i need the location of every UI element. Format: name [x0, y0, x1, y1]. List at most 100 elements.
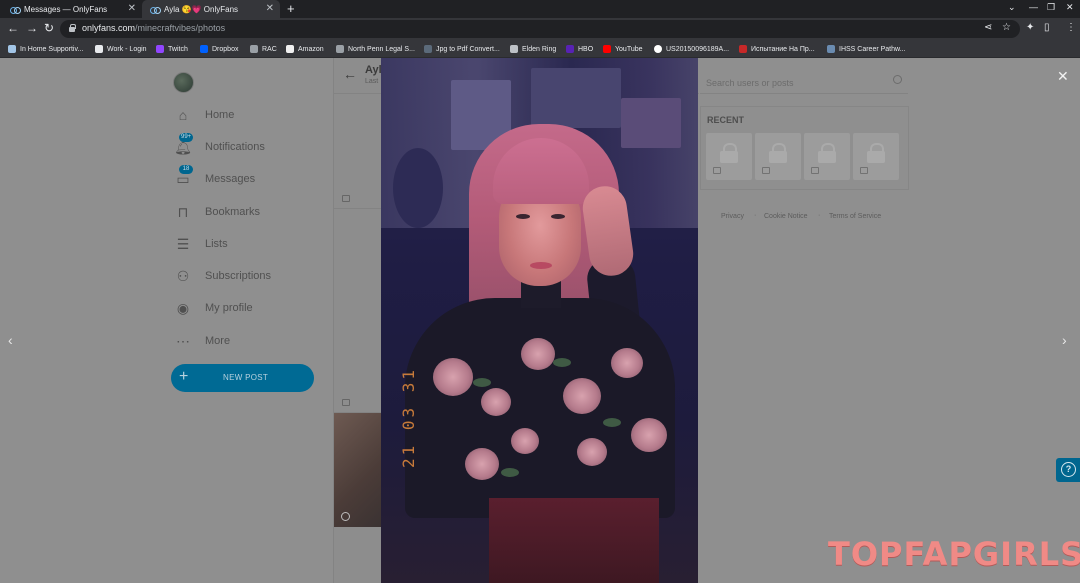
forward-icon[interactable]: → [26, 21, 38, 35]
cookie-notice-link[interactable]: Cookie Notice [764, 213, 808, 220]
bookmark-item[interactable]: Jpg to Pdf Convert... [424, 43, 500, 55]
photo-rose [433, 358, 473, 396]
bookmark-item[interactable]: US20150096189A... [654, 43, 729, 55]
sidebar-item-bookmarks[interactable]: ⊓ Bookmarks [174, 202, 261, 222]
plus-icon: + [179, 368, 189, 385]
browser-tab-ayla[interactable]: Ayla 😘💗 OnlyFans ✕ [142, 0, 280, 18]
browser-tab-messages[interactable]: Messages — OnlyFans ✕ [2, 0, 142, 18]
browser-toolbar: ← → ↻ onlyfans.com/minecraftvibes/photos… [0, 18, 1080, 40]
new-tab-icon[interactable]: + [287, 1, 295, 16]
hbo-icon [566, 45, 574, 53]
lock-icon[interactable] [69, 24, 76, 32]
photo-date-stamp: 21 03 31 [399, 366, 418, 468]
address-bar[interactable]: onlyfans.com/minecraftvibes/photos ⋖ ☆ [60, 20, 1020, 38]
site-watermark: TOPFAPGIRLS [828, 535, 1080, 573]
avatar[interactable] [173, 72, 194, 93]
lock-icon [818, 143, 836, 163]
subscriptions-icon: ⚇ [176, 267, 190, 284]
lock-icon [720, 143, 738, 163]
recent-panel: RECENT [700, 106, 909, 190]
close-window-icon[interactable]: ✕ [1066, 2, 1074, 13]
help-button[interactable]: ? [1056, 458, 1080, 482]
tab-search-chevron-icon[interactable]: ⌄ [1008, 2, 1016, 13]
photo-rose [481, 388, 511, 416]
bookmark-item[interactable]: Amazon [286, 43, 324, 55]
image-icon [811, 167, 819, 174]
side-panel-icon[interactable]: ▯ [1044, 22, 1050, 33]
recent-thumbnail[interactable] [853, 133, 899, 180]
profile-subtitle: Last [365, 78, 379, 85]
more-icon: ⋯ [176, 332, 190, 349]
recent-thumbnail[interactable] [755, 133, 801, 180]
media-tile-photo[interactable] [334, 413, 382, 527]
close-tab-icon[interactable]: ✕ [266, 3, 274, 14]
bell-icon: 🔔︎ 99+ [174, 133, 194, 155]
image-icon [713, 167, 721, 174]
bookmark-item[interactable]: Work - Login [95, 43, 147, 55]
extensions-icon[interactable]: ✦ [1026, 22, 1034, 33]
amazon-icon [286, 45, 294, 53]
bookmarks-bar: In Home Supportiv... Work - Login Twitch… [0, 40, 1080, 58]
bookmark-item[interactable]: Испытание На Пр... [739, 43, 815, 55]
next-photo-icon[interactable]: › [1062, 332, 1067, 348]
previous-photo-icon[interactable]: ‹ [8, 332, 13, 348]
bookmark-item[interactable]: In Home Supportiv... [8, 43, 83, 55]
image-icon [342, 195, 350, 202]
sidebar-item-lists[interactable]: ☰ Lists [174, 234, 228, 254]
photo-lamp [393, 148, 443, 228]
sidebar-item-label: Subscriptions [205, 270, 272, 282]
bookmark-item[interactable]: RAC [250, 43, 277, 55]
photo-rose [511, 428, 539, 454]
back-arrow-icon[interactable]: ← [343, 66, 357, 82]
youtube-icon [603, 45, 611, 53]
recent-thumbnail[interactable] [706, 133, 752, 180]
separator-dot: · [818, 212, 821, 219]
privacy-link[interactable]: Privacy [721, 213, 744, 220]
bookmark-item[interactable]: HBO [566, 43, 593, 55]
photo-eye [516, 214, 530, 219]
lock-icon [769, 143, 787, 163]
media-tile[interactable] [334, 299, 382, 413]
restore-icon[interactable]: ❐ [1047, 2, 1055, 13]
photo-skirt [489, 498, 659, 583]
link-icon [424, 45, 432, 53]
photo-rose [631, 418, 667, 452]
sidebar-item-home[interactable]: ⌂ Home [174, 105, 235, 125]
lightbox-photo[interactable]: 21 03 31 [381, 58, 698, 583]
new-post-button[interactable]: + NEW POST [171, 364, 314, 392]
sidebar-item-more[interactable]: ⋯ More [174, 331, 230, 351]
menu-icon[interactable]: ⋮ [1066, 22, 1076, 33]
bookmark-item[interactable]: Elden Ring [510, 43, 556, 55]
reload-icon[interactable]: ↻ [44, 21, 54, 35]
image-icon [342, 399, 350, 406]
link-icon [336, 45, 344, 53]
twitch-icon [156, 45, 164, 53]
bookmark-item[interactable]: YouTube [603, 43, 643, 55]
shield-icon [739, 45, 747, 53]
bookmark-star-icon[interactable]: ☆ [1002, 22, 1011, 33]
share-icon[interactable]: ⋖ [984, 22, 992, 33]
search-icon[interactable] [893, 75, 902, 84]
bookmark-item[interactable]: Twitch [156, 43, 188, 55]
sidebar-item-notifications[interactable]: 🔔︎ 99+ Notifications [174, 133, 265, 157]
recent-thumbnail[interactable] [804, 133, 850, 180]
sidebar-item-messages[interactable]: ▭ 18 Messages [174, 165, 255, 189]
photo-leaf [553, 358, 571, 367]
search-input[interactable]: Search users or posts [700, 72, 908, 94]
bookmark-item[interactable]: North Penn Legal S... [336, 43, 415, 55]
bookmark-item[interactable]: Dropbox [200, 43, 238, 55]
close-lightbox-icon[interactable]: ✕ [1057, 68, 1069, 85]
bookmark-item[interactable]: IHSS Career Pathw... [827, 43, 906, 55]
media-tile[interactable] [334, 95, 382, 209]
close-tab-icon[interactable]: ✕ [128, 3, 136, 14]
sidebar-item-subscriptions[interactable]: ⚇ Subscriptions [174, 266, 271, 286]
profile-icon: ◉ [176, 299, 190, 316]
sidebar-item-my-profile[interactable]: ◉ My profile [174, 298, 253, 318]
back-icon[interactable]: ← [7, 21, 19, 35]
sidebar-item-label: More [205, 335, 231, 347]
photo-lips [530, 262, 552, 269]
minimize-icon[interactable]: — [1029, 2, 1038, 12]
terms-of-service-link[interactable]: Terms of Service [829, 213, 881, 220]
onlyfans-favicon-icon [10, 6, 21, 14]
sidebar-item-label: Bookmarks [205, 206, 261, 218]
